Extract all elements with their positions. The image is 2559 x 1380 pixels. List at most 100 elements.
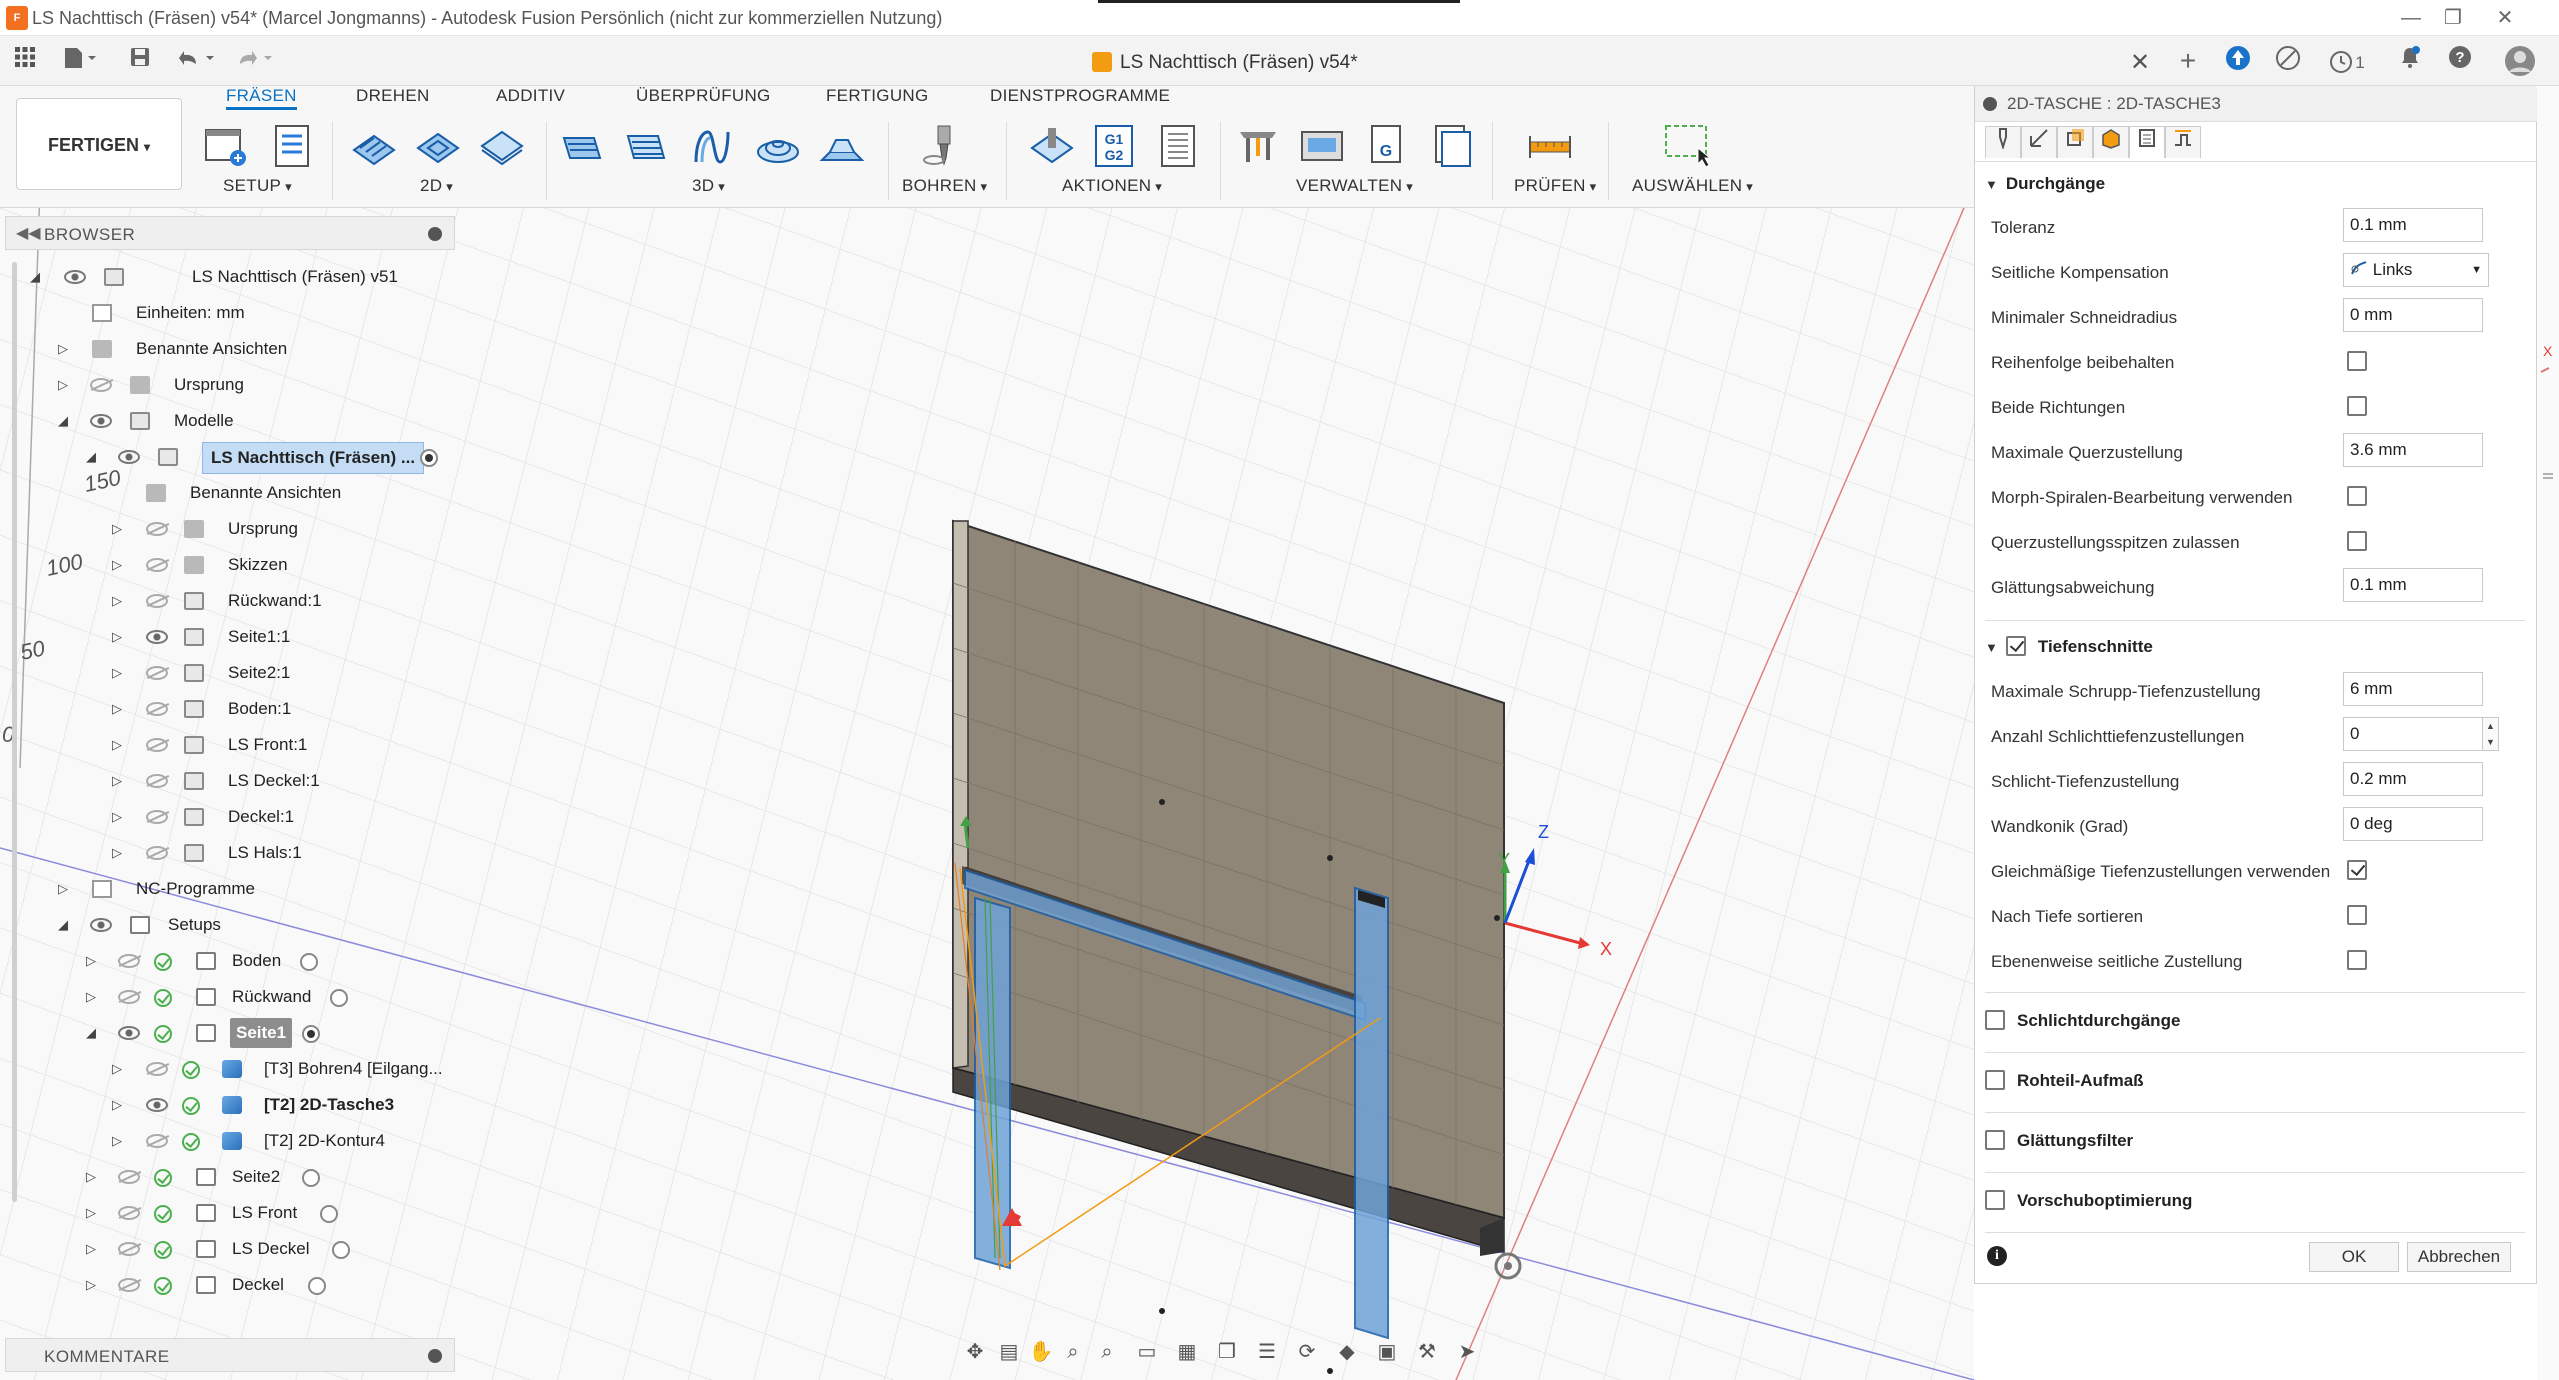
expand-arrow-icon[interactable]: ▷ xyxy=(112,1090,126,1120)
visibility-eye-icon[interactable] xyxy=(146,666,168,680)
expand-arrow-icon[interactable]: ▷ xyxy=(58,370,72,400)
tree-item[interactable]: ▷ NC-Programme xyxy=(0,874,455,904)
ebenenweise-checkbox[interactable] xyxy=(2347,950,2367,970)
activate-radio[interactable] xyxy=(308,1277,326,1295)
2d-face-icon[interactable] xyxy=(478,122,526,170)
add-comment-icon[interactable] xyxy=(428,1349,442,1363)
visibility-eye-icon[interactable] xyxy=(146,738,168,752)
tree-item[interactable]: Benannte Ansichten xyxy=(0,478,455,508)
extensions-icon[interactable] xyxy=(2222,45,2254,77)
tree-item[interactable]: ▷ Boden:1 xyxy=(0,694,455,724)
browser-scrollbar[interactable] xyxy=(12,262,17,1202)
activate-radio[interactable] xyxy=(300,953,318,971)
group-bohren[interactable]: BOHREN xyxy=(902,176,987,196)
file-menu-icon[interactable] xyxy=(60,46,100,76)
vorschub-checkbox[interactable] xyxy=(1985,1190,2005,1210)
zoom-window-icon[interactable]: ⌕ xyxy=(1092,1338,1122,1366)
activate-radio[interactable] xyxy=(320,1205,338,1223)
tab-fraesen[interactable]: FRÄSEN xyxy=(226,86,297,110)
group-pruefen[interactable]: PRÜFEN xyxy=(1514,176,1596,196)
section-schlicht[interactable]: Schlichtdurchgänge xyxy=(1985,1010,2180,1031)
tree-item[interactable]: ▷ Deckel xyxy=(0,1270,455,1300)
3d-contour-icon[interactable] xyxy=(754,122,802,170)
offline-icon[interactable] xyxy=(2272,45,2304,77)
tiefenschnitte-checkbox[interactable] xyxy=(2005,636,2026,656)
tool-library-icon[interactable] xyxy=(1234,122,1282,170)
section-glaettung[interactable]: Glättungsfilter xyxy=(1985,1130,2133,1151)
info-icon[interactable]: i xyxy=(1987,1246,2007,1266)
tool-display-icon[interactable]: ⚒ xyxy=(1412,1338,1442,1366)
visibility-eye-icon[interactable] xyxy=(146,1098,168,1112)
expand-arrow-icon[interactable]: ▷ xyxy=(86,1234,100,1264)
tree-item[interactable]: ◢ Setups xyxy=(0,910,455,940)
document-tab[interactable]: LS Nachttisch (Fräsen) v54* ✕ xyxy=(1080,42,2160,82)
add-tab-icon[interactable]: + xyxy=(2172,45,2204,77)
section-tiefenschnitte[interactable]: ▼ Tiefenschnitte xyxy=(1985,636,2153,657)
visibility-eye-icon[interactable] xyxy=(118,1026,140,1040)
visibility-eye-icon[interactable] xyxy=(146,1134,168,1148)
max-schrupp-input[interactable]: 6 mm xyxy=(2343,672,2483,706)
3d-parallel-icon[interactable] xyxy=(688,122,736,170)
tab-ueberpruefung[interactable]: ÜBERPRÜFUNG xyxy=(636,86,771,110)
section-analysis-icon[interactable]: ☰ xyxy=(1252,1338,1282,1366)
notifications-icon[interactable] xyxy=(2394,45,2426,77)
tab-additiv[interactable]: ADDITIV xyxy=(496,86,565,110)
expand-arrow-icon[interactable]: ▷ xyxy=(112,802,126,832)
template-library-icon[interactable]: G xyxy=(1362,122,1410,170)
tree-item[interactable]: ▷ Seite2 xyxy=(0,1162,455,1192)
tree-item[interactable]: ▷ Ursprung xyxy=(0,370,455,400)
jobs-icon[interactable]: 1 xyxy=(2322,45,2372,77)
tree-item[interactable]: ▷ Boden xyxy=(0,946,455,976)
collapse-panel-icon[interactable]: ◀◀ xyxy=(16,223,41,243)
grid-menu-icon[interactable] xyxy=(12,46,38,76)
tree-item[interactable]: ▷ Rückwand xyxy=(0,982,455,1012)
workspace-switcher[interactable]: FERTIGEN ▾ xyxy=(16,98,182,190)
tree-item[interactable]: ▷ Seite2:1 xyxy=(0,658,455,688)
save-icon[interactable] xyxy=(126,46,154,76)
expand-arrow-icon[interactable]: ▷ xyxy=(86,982,100,1012)
ok-button[interactable]: OK xyxy=(2309,1242,2399,1272)
3d-steep-shallow-icon[interactable] xyxy=(818,122,866,170)
activate-radio[interactable] xyxy=(420,449,438,467)
minimize-button[interactable]: — xyxy=(2396,4,2426,32)
section-vorschub[interactable]: Vorschuboptimierung xyxy=(1985,1190,2192,1211)
toolpath-display-icon[interactable]: ➤ xyxy=(1452,1338,1482,1366)
tree-item[interactable]: ◢ Seite1 xyxy=(0,1018,455,1048)
tree-item[interactable]: ◢ LS Nachttisch (Fräsen) ... xyxy=(0,442,455,474)
visibility-eye-icon[interactable] xyxy=(146,702,168,716)
visibility-eye-icon[interactable] xyxy=(146,558,168,572)
display-settings-icon[interactable]: ▭ xyxy=(1132,1338,1162,1366)
expand-arrow-icon[interactable]: ▷ xyxy=(112,586,126,616)
seitliche-kompensation-select[interactable]: Links ▼ xyxy=(2343,253,2489,287)
2d-adaptive-icon[interactable] xyxy=(350,122,398,170)
group-auswaehlen[interactable]: AUSWÄHLEN xyxy=(1632,176,1753,196)
grid-settings-icon[interactable]: ▦ xyxy=(1172,1338,1202,1366)
tree-item[interactable]: ▷ LS Front xyxy=(0,1198,455,1228)
help-icon[interactable]: ? xyxy=(2444,45,2476,77)
tool-tab-icon[interactable] xyxy=(1985,126,2021,158)
anzahl-schlicht-input[interactable]: 0 xyxy=(2343,717,2483,751)
heights-tab-icon[interactable] xyxy=(2057,126,2093,158)
collapse-arrow-icon[interactable]: ◢ xyxy=(58,406,72,436)
post-process-icon[interactable]: G1 G2 xyxy=(1090,122,1138,170)
rohteil-checkbox[interactable] xyxy=(1985,1070,2005,1090)
tree-item[interactable]: ▷ LS Deckel xyxy=(0,1234,455,1264)
visibility-eye-icon[interactable] xyxy=(146,846,168,860)
visibility-eye-icon[interactable] xyxy=(118,954,140,968)
visibility-eye-icon[interactable] xyxy=(146,522,168,536)
passes-tab-icon[interactable] xyxy=(2093,126,2129,158)
collapse-arrow-icon[interactable]: ◢ xyxy=(86,442,100,472)
expand-arrow-icon[interactable]: ▷ xyxy=(112,730,126,760)
tree-item[interactable]: Einheiten: mm xyxy=(0,298,455,328)
cancel-button[interactable]: Abbrechen xyxy=(2407,1242,2511,1272)
maximize-button[interactable]: ❐ xyxy=(2438,4,2468,32)
browser-header[interactable]: ◀◀ BROWSER xyxy=(5,216,455,250)
beide-richtungen-checkbox[interactable] xyxy=(2347,396,2367,416)
min-schneidradius-input[interactable]: 0 mm xyxy=(2343,298,2483,332)
group-setup[interactable]: SETUP xyxy=(223,176,292,196)
tree-item[interactable]: ▷ Ursprung xyxy=(0,514,455,544)
expand-arrow-icon[interactable]: ▷ xyxy=(58,874,72,904)
tree-item[interactable]: ▷ Benannte Ansichten xyxy=(0,334,455,364)
tab-drehen[interactable]: DREHEN xyxy=(356,86,430,110)
visibility-eye-icon[interactable] xyxy=(146,594,168,608)
